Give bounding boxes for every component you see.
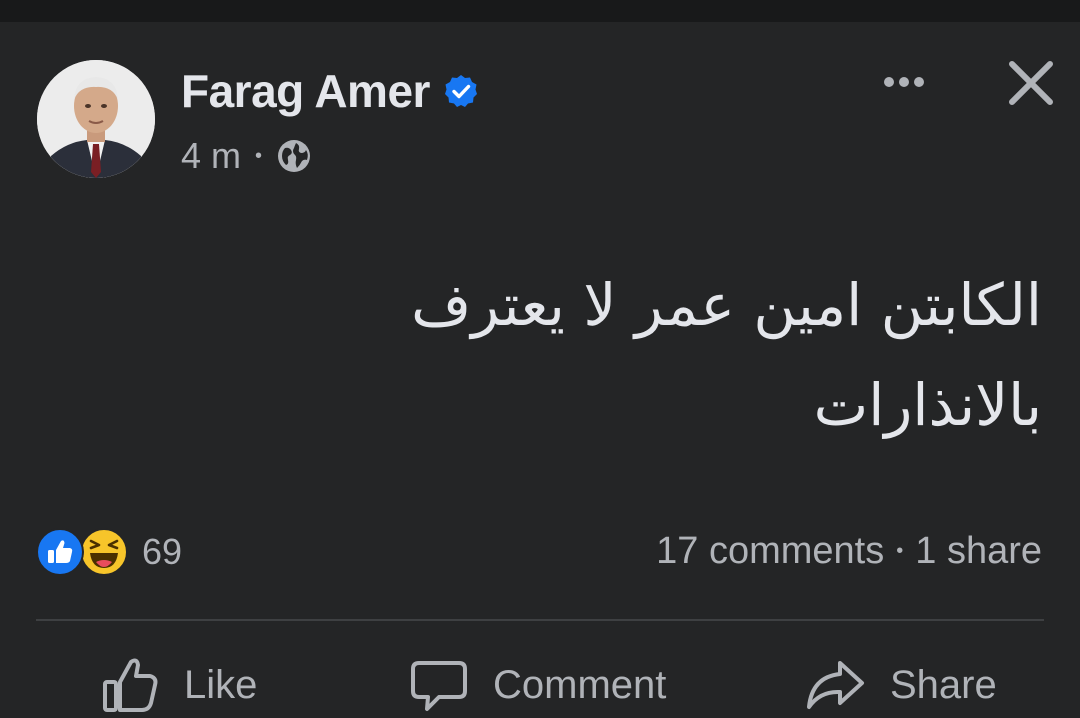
post-meta: 4 m • [181,135,312,177]
thumbs-up-icon [103,658,158,712]
top-status-bar [0,0,1080,22]
share-label: Share [890,662,997,707]
author-name-row[interactable]: Farag Amer [181,64,478,118]
share-button[interactable]: Share [804,652,997,718]
comment-button[interactable]: Comment [409,652,666,718]
reactions-summary[interactable]: 69 [36,528,182,576]
like-button[interactable]: Like [100,652,257,718]
close-icon[interactable] [1006,58,1056,108]
more-dot-icon [884,77,894,87]
haha-reaction-icon [80,528,128,576]
share-arrow-icon [807,661,864,709]
comments-count-link[interactable]: 17 comments [656,530,884,573]
comment-icon [411,661,467,711]
globe-icon [278,140,311,172]
reaction-count: 69 [142,531,183,572]
more-dot-icon [914,77,924,87]
meta-separator: • [255,144,263,167]
post-timestamp[interactable]: 4 m [181,135,241,177]
avatar[interactable] [37,60,155,178]
post-text-line: الكابتن امين عمر لا يعترف [411,271,1042,339]
comment-label: Comment [493,662,667,707]
verified-badge-icon [444,75,477,107]
stats-separator: • [896,540,904,562]
more-dot-icon [899,77,909,87]
author-name[interactable]: Farag Amer [181,64,430,118]
engagement-stats: 17 comments • 1 share [656,530,1042,573]
shares-count-link[interactable]: 1 share [915,530,1042,573]
more-options-button[interactable] [876,60,932,104]
profile-photo [37,60,155,178]
post-body: الكابتن امين عمر لا يعترف بالانذارات [282,255,1042,455]
divider [36,619,1044,621]
like-reaction-icon [36,528,84,576]
post-text-line: بالانذارات [813,371,1042,439]
like-label: Like [184,662,258,707]
